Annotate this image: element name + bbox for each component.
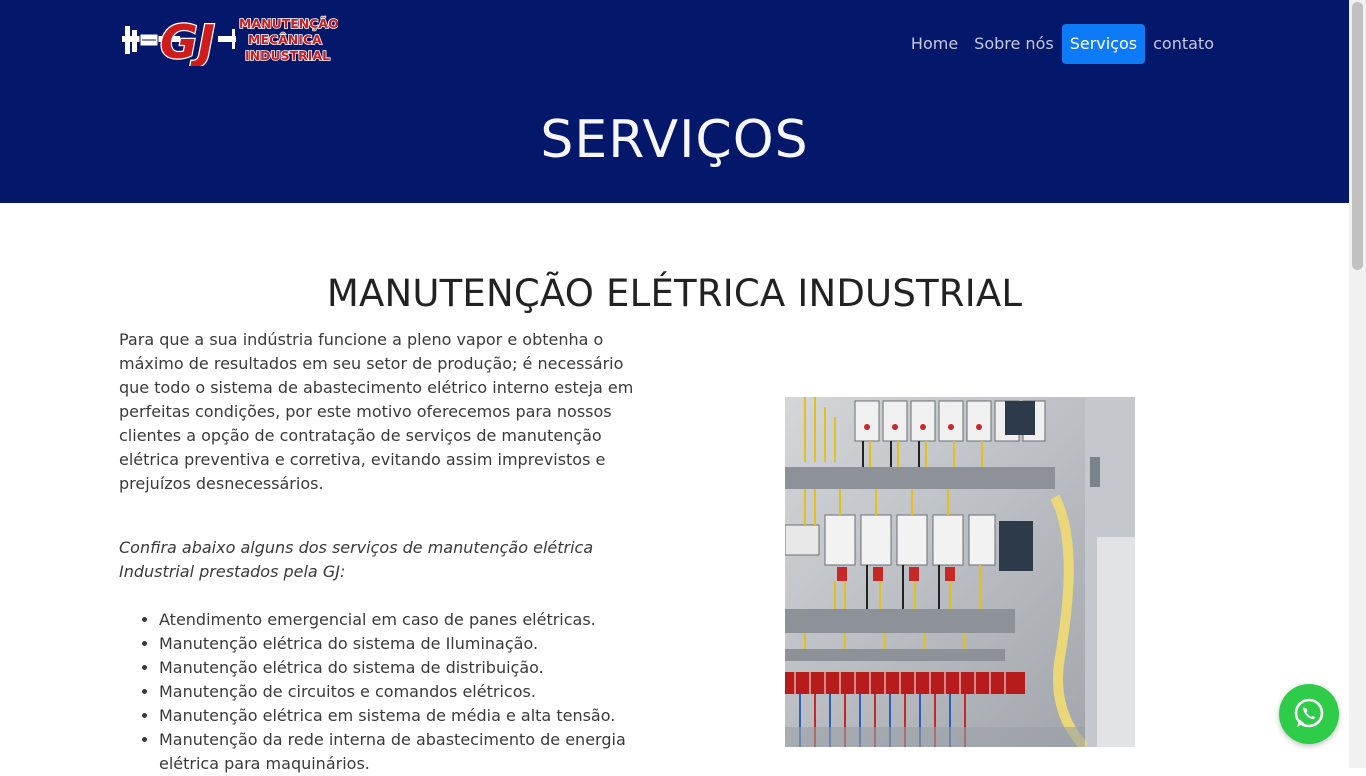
scrollbar-thumb[interactable] <box>1352 2 1363 270</box>
page-title: SERVIÇOS <box>0 110 1349 170</box>
main-nav: Home Sobre nós Serviços contato <box>903 24 1222 64</box>
section-title: MANUTENÇÃO ELÉTRICA INDUSTRIAL <box>326 272 1023 315</box>
nav-contato[interactable]: contato <box>1145 24 1222 64</box>
electrical-panel-illustration <box>785 397 1135 747</box>
whatsapp-button[interactable] <box>1279 684 1339 744</box>
list-item: Manutenção da rede interna de abastecime… <box>159 728 649 776</box>
intro-paragraph: Para que a sua indústria funcione a plen… <box>119 330 634 493</box>
list-item: Manutenção elétrica do sistema de distri… <box>159 656 649 680</box>
page-scrollbar[interactable] <box>1349 0 1366 768</box>
logo-text-line-2: MECÂNICA <box>248 32 322 47</box>
list-item: Manutenção elétrica em sistema de média … <box>159 704 649 728</box>
services-intro: Confira abaixo alguns dos serviços de ma… <box>119 538 594 581</box>
logo-text-line-1: MANUTENÇÃO <box>239 16 338 31</box>
caliper-logo-icon: GJ MANUTENÇÃO MECÂNICA INDUSTRIAL <box>122 14 340 70</box>
whatsapp-icon <box>1294 698 1324 728</box>
list-item: Manutenção elétrica do sistema de Ilumin… <box>159 632 649 656</box>
logo-text-line-3: INDUSTRIAL <box>245 48 330 63</box>
electrical-panel-image <box>785 397 1135 747</box>
nav-servicos[interactable]: Serviços <box>1061 24 1146 64</box>
site-header: GJ MANUTENÇÃO MECÂNICA INDUSTRIAL Home S… <box>0 0 1349 203</box>
services-list: Atendimento emergencial em caso de panes… <box>119 608 649 776</box>
site-logo[interactable]: GJ MANUTENÇÃO MECÂNICA INDUSTRIAL <box>120 14 340 70</box>
list-item: Atendimento emergencial em caso de panes… <box>159 608 649 632</box>
page-title-text: SERVIÇOS <box>540 110 809 170</box>
list-item: Manutenção de circuitos e comandos elétr… <box>159 680 649 704</box>
nav-home[interactable]: Home <box>903 24 966 64</box>
logo-letters: GJ <box>160 15 215 66</box>
nav-sobre[interactable]: Sobre nós <box>966 24 1062 64</box>
